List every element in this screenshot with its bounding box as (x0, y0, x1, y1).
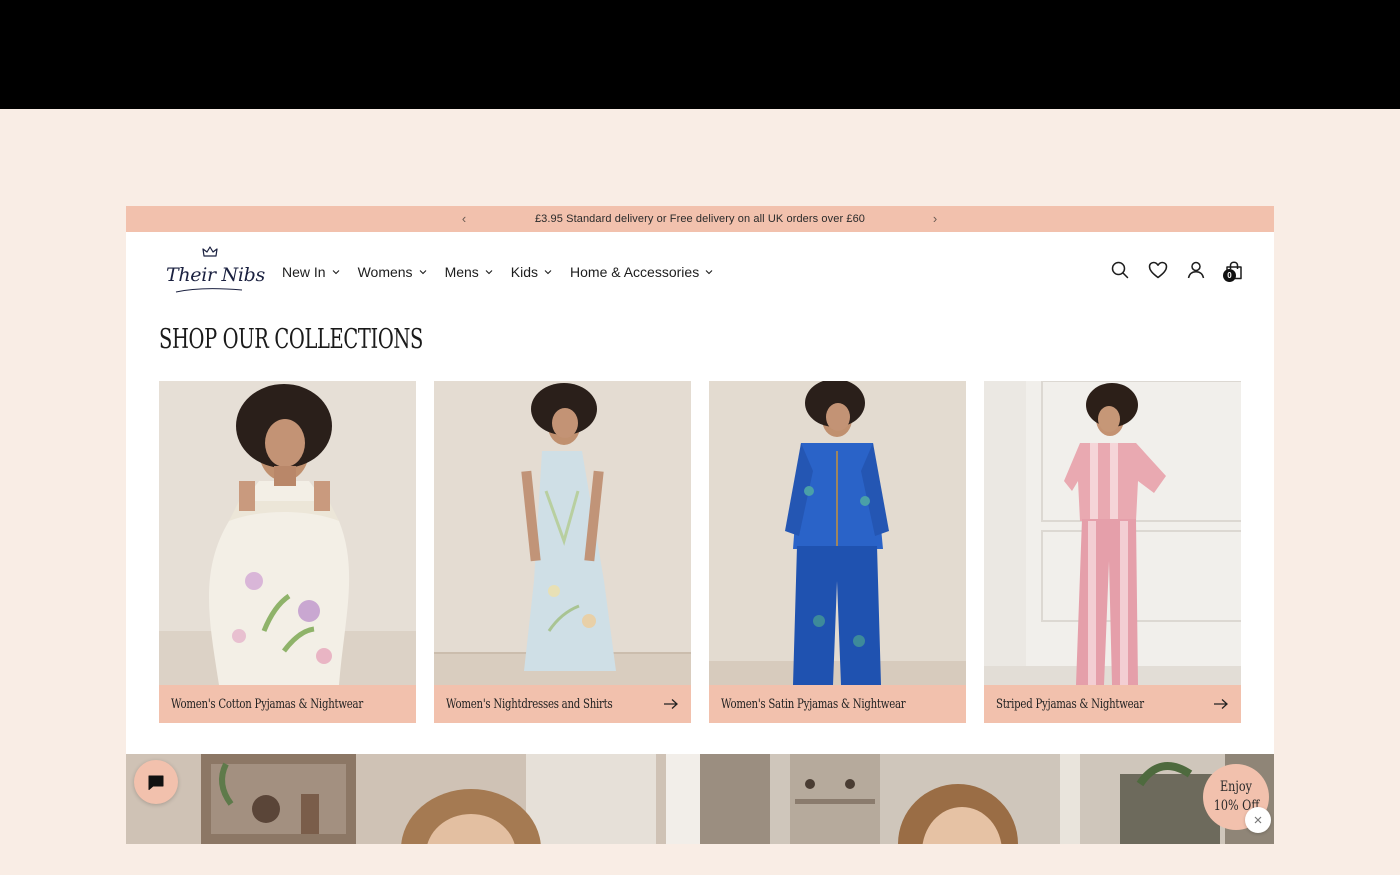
collection-label: Women's Cotton Pyjamas & Nightwear (171, 696, 363, 712)
collection-label: Women's Nightdresses and Shirts (446, 696, 613, 712)
collection-card-satin[interactable]: Women's Satin Pyjamas & Nightwear (709, 381, 966, 723)
nav-item-mens[interactable]: Mens (445, 264, 493, 280)
collection-card-nightdresses[interactable]: Women's Nightdresses and Shirts (434, 381, 691, 723)
chat-icon (148, 775, 164, 790)
collection-label: Women's Satin Pyjamas & Nightwear (721, 696, 906, 712)
promo-line-1: Enjoy (1220, 779, 1252, 795)
banner-image-left[interactable] (126, 754, 700, 844)
section-title: SHOP OUR COLLECTIONS (159, 324, 424, 355)
collection-caption: Women's Nightdresses and Shirts (434, 685, 691, 723)
collection-card-striped[interactable]: Striped Pyjamas & Nightwear (984, 381, 1241, 723)
hero-banner (126, 754, 1274, 844)
logo-swash (175, 288, 243, 293)
chevron-left-icon[interactable]: ‹ (456, 209, 472, 229)
announcement-bar: ‹ £3.95 Standard delivery or Free delive… (126, 206, 1274, 232)
nav-item-home-accessories[interactable]: Home & Accessories (570, 264, 713, 280)
bag-icon[interactable]: 0 (1223, 260, 1244, 282)
collection-label: Striped Pyjamas & Nightwear (996, 696, 1144, 712)
chevron-down-icon (332, 270, 339, 275)
arrow-right-icon (1214, 699, 1228, 709)
site-header: Their Nibs New In Womens Mens Kids Home … (126, 232, 1274, 312)
header-icons: 0 (1110, 260, 1244, 282)
search-icon[interactable] (1110, 260, 1130, 280)
announcement-text: £3.95 Standard delivery or Free delivery… (534, 213, 866, 225)
arrow-right-icon (664, 699, 678, 709)
collection-image (159, 381, 416, 685)
collections-grid: Women's Cotton Pyjamas & Nightwear Women… (159, 381, 1241, 723)
collection-caption: Striped Pyjamas & Nightwear (984, 685, 1241, 723)
top-black-bar (0, 0, 1400, 109)
collection-card-cotton[interactable]: Women's Cotton Pyjamas & Nightwear (159, 381, 416, 723)
chevron-down-icon (544, 270, 552, 275)
nav-item-kids[interactable]: Kids (511, 264, 552, 280)
crown-icon (202, 246, 218, 257)
chevron-down-icon (485, 270, 493, 275)
brand-name: Their Nibs (166, 264, 265, 286)
close-icon[interactable] (1245, 807, 1271, 833)
nav-item-new-in[interactable]: New In (282, 264, 340, 280)
chevron-down-icon (705, 270, 713, 275)
brand-logo[interactable]: Their Nibs (164, 246, 265, 296)
cart-count-badge: 0 (1223, 269, 1236, 282)
chat-button[interactable] (134, 760, 178, 804)
collection-image (434, 381, 691, 685)
chevron-down-icon (419, 270, 426, 275)
user-icon[interactable] (1186, 260, 1206, 280)
collection-caption: Women's Cotton Pyjamas & Nightwear (159, 685, 416, 723)
chevron-right-icon[interactable]: › (927, 209, 943, 229)
nav-item-womens[interactable]: Womens (358, 264, 427, 280)
collection-image (984, 381, 1241, 685)
banner-image-right[interactable] (700, 754, 1274, 844)
site-frame: ‹ £3.95 Standard delivery or Free delive… (126, 206, 1274, 844)
collection-caption: Women's Satin Pyjamas & Nightwear (709, 685, 966, 723)
main-nav: New In Womens Mens Kids Home & Accessori… (282, 232, 731, 312)
heart-icon[interactable] (1148, 260, 1168, 280)
collection-image (709, 381, 966, 685)
